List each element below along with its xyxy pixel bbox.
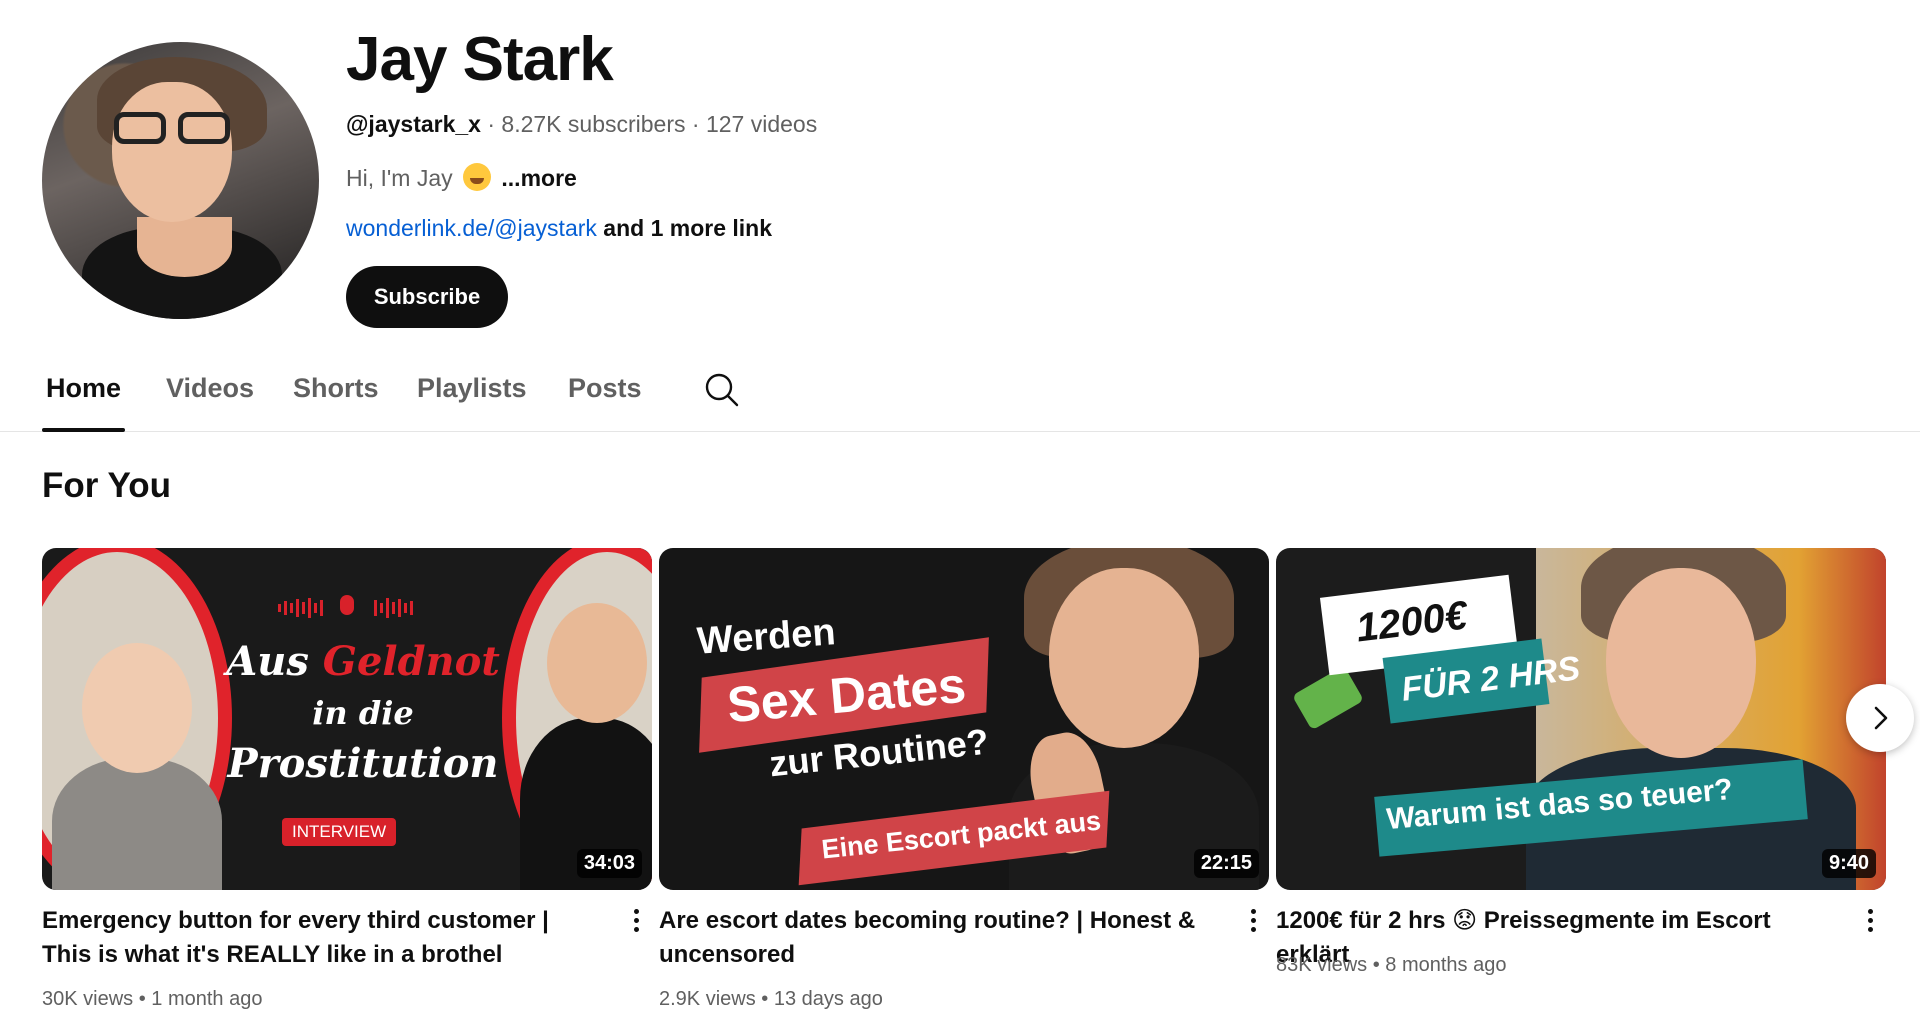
video-thumbnail[interactable]: Werden Sex Dates zur Routine? Eine Escor… bbox=[659, 548, 1269, 890]
bio-text: Hi, I'm Jay bbox=[346, 165, 453, 191]
more-vert-icon[interactable] bbox=[1860, 906, 1880, 938]
video-count: 127 videos bbox=[705, 111, 818, 137]
video-card: Werden Sex Dates zur Routine? Eine Escor… bbox=[659, 548, 1269, 1010]
upload-age: 1 month ago bbox=[151, 988, 263, 1010]
channel-external-link[interactable]: wonderlink.de/@jaystark bbox=[346, 215, 597, 241]
view-count: 30K views bbox=[42, 988, 134, 1010]
tab-videos[interactable]: Videos bbox=[166, 373, 254, 404]
tab-posts[interactable]: Posts bbox=[568, 373, 642, 404]
more-vert-icon[interactable] bbox=[626, 906, 646, 938]
channel-tabs: Home Videos Shorts Playlists Posts bbox=[0, 360, 1920, 432]
channel-avatar bbox=[42, 42, 319, 319]
video-duration: 34:03 bbox=[576, 849, 642, 878]
chevron-right-icon bbox=[1874, 706, 1888, 730]
interview-badge: INTERVIEW bbox=[282, 818, 397, 846]
video-stats: 2.9K views • 13 days ago bbox=[659, 988, 883, 1010]
video-duration: 9:40 bbox=[1821, 849, 1876, 878]
video-title[interactable]: Are escort dates becoming routine? | Hon… bbox=[659, 904, 1219, 972]
subscriber-count: 8.27K subscribers bbox=[501, 111, 686, 137]
hugging-face-emoji-icon bbox=[463, 163, 492, 191]
video-thumbnail[interactable]: Aus Geldnot in die Prostitution INTERVIE… bbox=[42, 548, 652, 890]
channel-description: Hi, I'm Jay ...more bbox=[346, 163, 577, 192]
video-card: Aus Geldnot in die Prostitution INTERVIE… bbox=[42, 548, 652, 1010]
channel-name: Jay Stark bbox=[346, 25, 614, 94]
description-more-link[interactable]: ...more bbox=[501, 165, 576, 191]
video-stats: 83K views • 8 months ago bbox=[1276, 954, 1507, 976]
money-icon bbox=[1292, 665, 1364, 731]
tab-shorts[interactable]: Shorts bbox=[293, 373, 379, 404]
upload-age: 8 months ago bbox=[1385, 954, 1507, 976]
tab-playlists[interactable]: Playlists bbox=[417, 373, 527, 404]
video-title[interactable]: Emergency button for every third custome… bbox=[42, 904, 602, 972]
more-links-button[interactable]: and 1 more link bbox=[603, 215, 772, 241]
audio-wave-icon bbox=[278, 595, 413, 618]
video-stats: 30K views • 1 month ago bbox=[42, 988, 263, 1010]
subscribe-button[interactable]: Subscribe bbox=[346, 266, 508, 328]
video-card: 1200€ FÜR 2 HRS Warum ist das so teuer? … bbox=[1276, 548, 1886, 976]
search-icon[interactable] bbox=[704, 372, 740, 408]
section-title: For You bbox=[42, 466, 171, 505]
channel-meta: @jaystark_x · 8.27K subscribers · 127 vi… bbox=[346, 111, 818, 137]
active-tab-indicator bbox=[42, 428, 125, 432]
channel-links: wonderlink.de/@jaystark and 1 more link bbox=[346, 215, 772, 242]
view-count: 83K views bbox=[1276, 954, 1368, 976]
video-thumbnail[interactable]: 1200€ FÜR 2 HRS Warum ist das so teuer? … bbox=[1276, 548, 1886, 890]
view-count: 2.9K views bbox=[659, 988, 756, 1010]
tab-home[interactable]: Home bbox=[46, 373, 121, 404]
more-vert-icon[interactable] bbox=[1243, 906, 1263, 938]
upload-age: 13 days ago bbox=[773, 988, 883, 1010]
video-duration: 22:15 bbox=[1193, 849, 1259, 878]
channel-handle: @jaystark_x bbox=[346, 111, 481, 137]
carousel-next-button[interactable] bbox=[1846, 684, 1914, 752]
